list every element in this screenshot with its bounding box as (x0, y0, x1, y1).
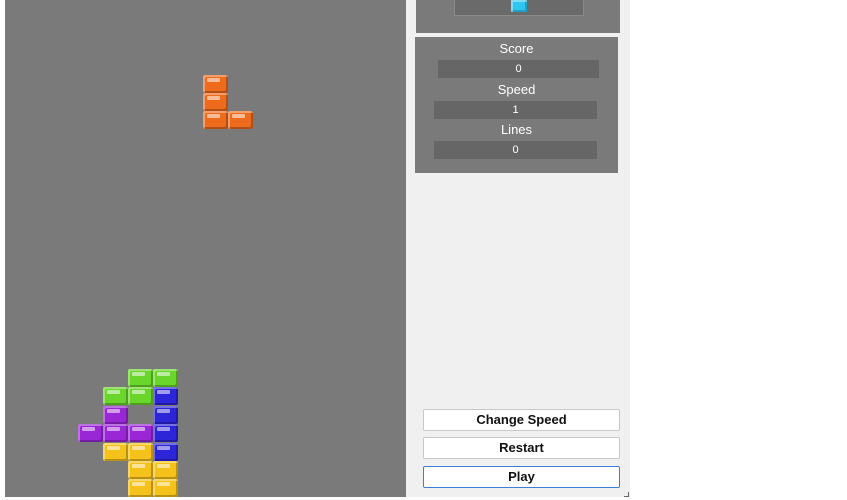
change-speed-button[interactable]: Change Speed (423, 409, 620, 431)
stack-block (128, 424, 153, 443)
stack-block (103, 405, 128, 424)
falling-piece-block (203, 111, 228, 130)
next-piece-well (454, 0, 584, 16)
next-piece-preview (416, 0, 620, 33)
stack-block (128, 479, 153, 498)
side-panel: Score 0 Speed 1 Lines 0 Change Speed Res… (406, 0, 630, 497)
stats-panel: Score 0 Speed 1 Lines 0 (415, 37, 618, 173)
falling-piece-block (228, 111, 253, 130)
stack-block (128, 369, 153, 387)
speed-label: Speed (497, 82, 536, 97)
stack-block (153, 405, 178, 424)
stack-block (103, 442, 128, 461)
stack-block (78, 424, 103, 443)
play-button[interactable]: Play (423, 466, 620, 488)
resize-grip[interactable] (624, 492, 629, 497)
stack-block (128, 387, 153, 406)
falling-piece-block (203, 74, 228, 93)
stack-block (103, 387, 128, 406)
next-piece-block (511, 0, 527, 12)
stack-block (153, 479, 178, 498)
stack-block (153, 387, 178, 406)
game-board[interactable] (5, 0, 406, 498)
score-value: 0 (438, 60, 599, 78)
restart-button[interactable]: Restart (423, 437, 620, 459)
stack-block (153, 424, 178, 443)
stack-block (153, 461, 178, 479)
lines-label: Lines (500, 122, 533, 137)
stack-block (153, 442, 178, 461)
stack-block (103, 424, 128, 443)
lines-value: 0 (434, 141, 597, 159)
stack-block (153, 369, 178, 387)
speed-value: 1 (434, 101, 597, 119)
stack-block (128, 461, 153, 479)
falling-piece-block (203, 93, 228, 111)
score-label: Score (499, 41, 534, 56)
stack-block (128, 442, 153, 461)
